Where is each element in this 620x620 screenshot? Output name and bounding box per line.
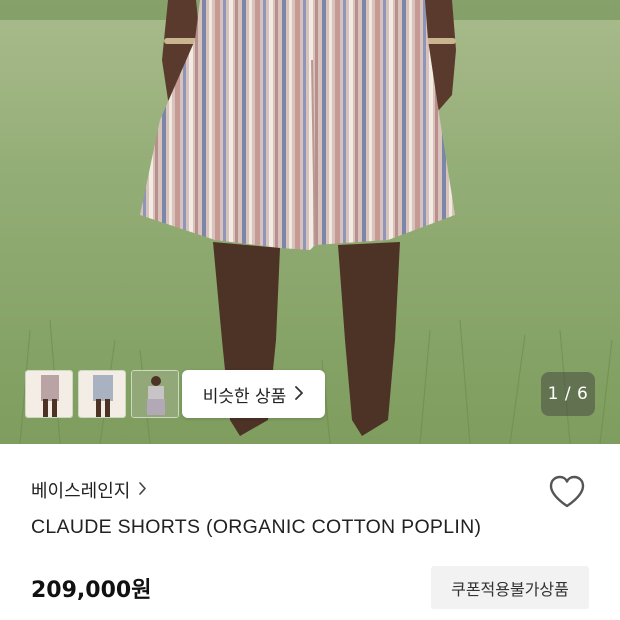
thumbnail-1[interactable]	[25, 370, 73, 418]
wishlist-heart-icon[interactable]	[548, 474, 586, 510]
similar-products-button[interactable]: 비슷한 상품	[182, 370, 325, 418]
product-price: 209,000원	[31, 578, 152, 603]
chevron-right-icon	[138, 480, 147, 500]
thumbnail-strip	[25, 370, 179, 418]
brand-name: 베이스레인지	[31, 481, 131, 502]
coupon-not-applicable-badge: 쿠폰적용불가상품	[431, 566, 589, 609]
thumbnail-2[interactable]	[78, 370, 126, 418]
image-counter: 1 / 6	[541, 372, 595, 416]
thumbnail-3[interactable]	[131, 370, 179, 418]
product-info: 베이스레인지 CLAUDE SHORTS (ORGANIC COTTON POP…	[0, 444, 620, 620]
chevron-right-icon	[294, 384, 304, 405]
brand-link[interactable]: 베이스레인지	[31, 477, 147, 503]
product-name: CLAUDE SHORTS (ORGANIC COTTON POPLIN)	[31, 516, 482, 538]
product-image-gallery[interactable]: 비슷한 상품 1 / 6	[0, 0, 620, 444]
similar-products-label: 비슷한 상품	[202, 386, 287, 407]
